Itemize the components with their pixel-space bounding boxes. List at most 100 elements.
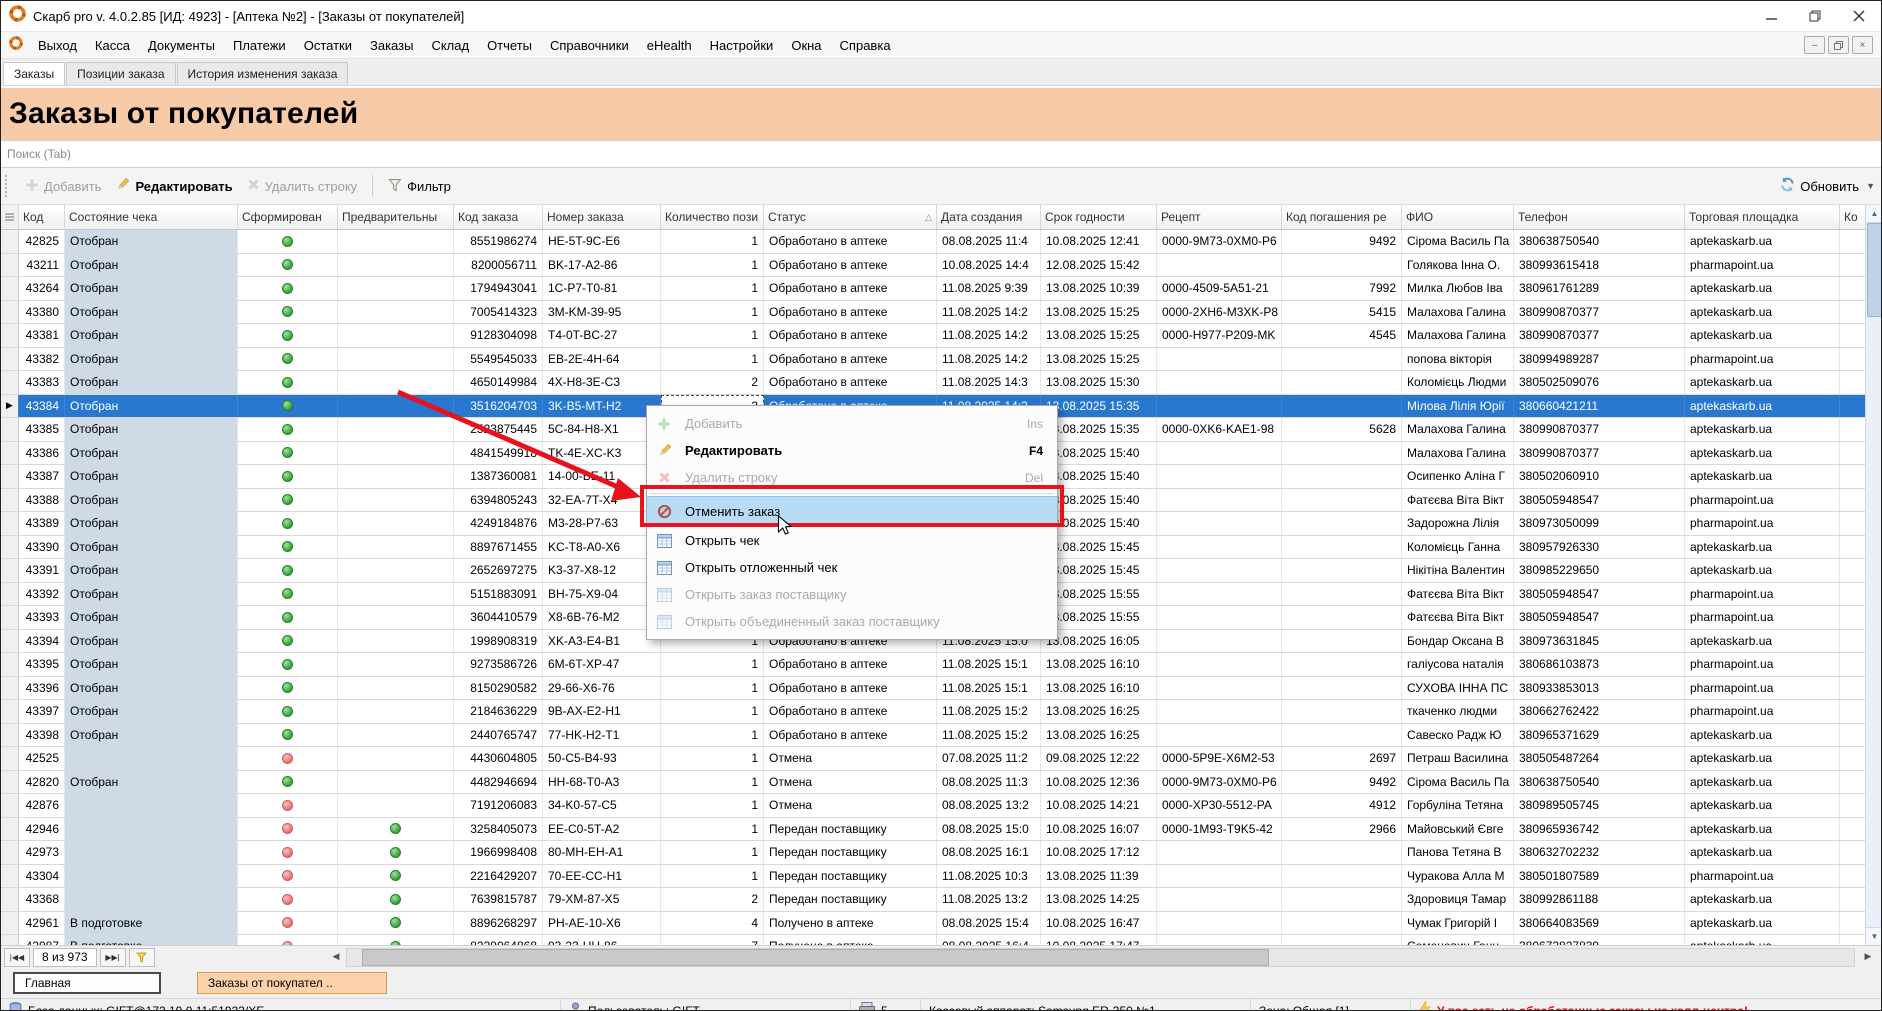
restore-button[interactable]	[1793, 2, 1837, 31]
menu-item-окна[interactable]: Окна	[782, 35, 830, 56]
menu-item-справка[interactable]: Справка	[831, 35, 900, 56]
cell-redeem	[1282, 677, 1402, 700]
menu-item-документы[interactable]: Документы	[139, 35, 224, 56]
menu-item-справочники[interactable]: Справочники	[541, 35, 638, 56]
cell-code: 43387	[19, 465, 65, 488]
tab-main[interactable]: Главная	[13, 972, 161, 994]
cell-status: Отмена	[764, 747, 937, 770]
table-row-42961[interactable]: 42961В подготовке8896268297PH-AE-10-X64П…	[1, 912, 1882, 936]
menu-item-склад[interactable]: Склад	[422, 35, 478, 56]
vertical-scrollbar[interactable]: ▲ ▼	[1865, 205, 1882, 945]
mdi-close-button[interactable]: ×	[1852, 36, 1873, 54]
column-header-qty[interactable]: Количество пози	[661, 205, 764, 229]
menu-item-касса[interactable]: Касса	[86, 35, 139, 56]
table-row-43380[interactable]: 43380Отобран70054143233M-KM-39-951Обрабо…	[1, 301, 1882, 325]
cell-qty: 1	[661, 747, 764, 770]
scroll-left-icon[interactable]: ◀	[327, 948, 345, 965]
mdi-minimize-button[interactable]: –	[1804, 36, 1825, 54]
menu-item-заказы[interactable]: Заказы	[361, 35, 422, 56]
column-header-created[interactable]: Дата создания	[937, 205, 1041, 229]
column-header-fio[interactable]: ФИО	[1402, 205, 1514, 229]
menu-item-платежи[interactable]: Платежи	[224, 35, 295, 56]
scroll-down-icon[interactable]: ▼	[1866, 927, 1882, 945]
table-row-42820[interactable]: 42820Отобран4482946694HH-68-T0-A31Отмена…	[1, 771, 1882, 795]
column-header-expiry[interactable]: Срок годности	[1041, 205, 1157, 229]
cell-fio: СУХОВА ІННА ПС	[1402, 677, 1514, 700]
column-header-phone[interactable]: Телефон	[1514, 205, 1685, 229]
menu-item-ehealth[interactable]: eHealth	[638, 35, 701, 56]
column-header-prelim[interactable]: Предварительны	[338, 205, 454, 229]
close-button[interactable]	[1837, 2, 1881, 31]
table-properties-icon[interactable]	[1, 205, 19, 229]
menu-item-настройки[interactable]: Настройки	[701, 35, 783, 56]
table-row-43383[interactable]: 43383Отобран46501499844X-H8-3E-C32Обрабо…	[1, 371, 1882, 395]
refresh-button[interactable]: Обновить ▼	[1780, 177, 1881, 195]
column-header-last[interactable]: Ко	[1840, 205, 1866, 229]
toolbar: Добавить Редактировать Удалить строку Фи…	[1, 168, 1881, 205]
table-row-43395[interactable]: 43395Отобран92735867266M-6T-XP-471Обрабо…	[1, 653, 1882, 677]
horizontal-scroll-thumb[interactable]	[362, 949, 1269, 966]
column-header-order_number[interactable]: Номер заказа	[543, 205, 661, 229]
table-row-43304[interactable]: 43304221642920770-EE-CC-H11Передан поста…	[1, 865, 1882, 889]
filter-button[interactable]: Фильтр	[381, 174, 458, 199]
formed-green-icon	[282, 635, 293, 646]
cell-prelim	[338, 724, 454, 747]
column-header-formed[interactable]: Сформирован	[238, 205, 338, 229]
mdi-restore-button[interactable]	[1828, 36, 1849, 54]
add-button[interactable]: Добавить	[18, 174, 108, 199]
table-row-43398[interactable]: 43398Отобран244076574777-HK-H2-T11Обрабо…	[1, 724, 1882, 748]
column-header-code[interactable]: Код	[19, 205, 65, 229]
cell-recipe	[1157, 348, 1282, 371]
table-row-43396[interactable]: 43396Отобран815029058229-66-X6-761Обрабо…	[1, 677, 1882, 701]
table-row-42973[interactable]: 42973196699840880-MH-EH-A11Передан поста…	[1, 841, 1882, 865]
cell-order_code: 4841549918	[454, 442, 543, 465]
cell-phone: 380502509076	[1514, 371, 1685, 394]
table-row-42825[interactable]: 42825Отобран8551986274HE-5T-9C-E61Обрабо…	[1, 230, 1882, 254]
search-input[interactable]	[1, 147, 1881, 161]
menu-item-остатки[interactable]: Остатки	[295, 35, 361, 56]
column-header-recipe[interactable]: Рецепт	[1157, 205, 1282, 229]
context-menu-item-добавить[interactable]: ДобавитьIns	[647, 410, 1057, 437]
table-row-43381[interactable]: 43381Отобран9128304098T4-0T-BC-271Обрабо…	[1, 324, 1882, 348]
delete-row-button[interactable]: Удалить строку	[240, 174, 365, 198]
last-record-button[interactable]: ▶▶|	[100, 948, 126, 967]
minimize-button[interactable]	[1749, 2, 1793, 31]
context-menu-item-открыть-отложенный-чек[interactable]: Открыть отложенный чек	[647, 554, 1057, 581]
context-menu-item-открыть-заказ-поставщику[interactable]: Открыть заказ поставщику	[647, 581, 1057, 608]
table-row-42946[interactable]: 429463258405073EE-C0-5T-A21Передан поста…	[1, 818, 1882, 842]
cell-phone: 380961761289	[1514, 277, 1685, 300]
menu-bar: ВыходКассаДокументыПлатежиОстаткиЗаказыС…	[1, 32, 1881, 59]
table-row-43382[interactable]: 43382Отобран5549545033EB-2E-4H-641Обрабо…	[1, 348, 1882, 372]
context-menu-item-открыть-объединенный-заказ-поставщику[interactable]: Открыть объединенный заказ поставщику	[647, 608, 1057, 635]
table-row-43397[interactable]: 43397Отобран21846362299B-AX-E2-H11Обрабо…	[1, 700, 1882, 724]
vertical-scroll-thumb[interactable]	[1867, 223, 1882, 317]
horizontal-scrollbar[interactable]	[346, 948, 1855, 967]
context-menu-item-редактировать[interactable]: РедактироватьF4	[647, 437, 1057, 464]
scroll-up-icon[interactable]: ▲	[1866, 205, 1882, 223]
column-header-platform[interactable]: Торговая площадка	[1685, 205, 1840, 229]
column-header-status[interactable]: Статус△	[764, 205, 937, 229]
refresh-dropdown-icon[interactable]: ▼	[1866, 181, 1875, 191]
first-record-button[interactable]: |◀◀	[4, 948, 30, 967]
menu-item-отчеты[interactable]: Отчеты	[478, 35, 541, 56]
view-tab-позиции-заказа[interactable]: Позиции заказа	[66, 62, 175, 85]
table-row-42525[interactable]: 42525443060480550-C5-B4-931Отмена07.08.2…	[1, 747, 1882, 771]
table-row-43264[interactable]: 43264Отобран17949430411C-P7-T0-811Обрабо…	[1, 277, 1882, 301]
column-header-state[interactable]: Состояние чека	[65, 205, 238, 229]
table-row-43211[interactable]: 43211Отобран8200056711BK-17-A2-861Обрабо…	[1, 254, 1882, 278]
column-header-order_code[interactable]: Код заказа	[454, 205, 543, 229]
tab-orders[interactable]: Заказы от покупател ..	[197, 972, 387, 994]
context-menu-item-открыть-чек[interactable]: Открыть чек	[647, 527, 1057, 554]
cell-recipe	[1157, 653, 1282, 676]
view-tab-история-изменения-заказа[interactable]: История изменения заказа	[177, 62, 349, 85]
table-row-43368[interactable]: 43368763981578779-XM-87-X52Передан поста…	[1, 888, 1882, 912]
scroll-right-icon[interactable]: ▶	[1859, 948, 1877, 965]
lightning-icon	[1419, 1001, 1431, 1011]
table-row-42876[interactable]: 42876719120608334-K0-57-C51Отмена08.08.2…	[1, 794, 1882, 818]
view-tab-заказы[interactable]: Заказы	[3, 62, 65, 85]
cell-last	[1840, 277, 1866, 300]
column-header-redeem[interactable]: Код погашения ре	[1282, 205, 1402, 229]
active-filter-icon[interactable]	[129, 948, 155, 967]
edit-button[interactable]: Редактировать	[108, 173, 239, 199]
menu-item-выход[interactable]: Выход	[29, 35, 86, 56]
